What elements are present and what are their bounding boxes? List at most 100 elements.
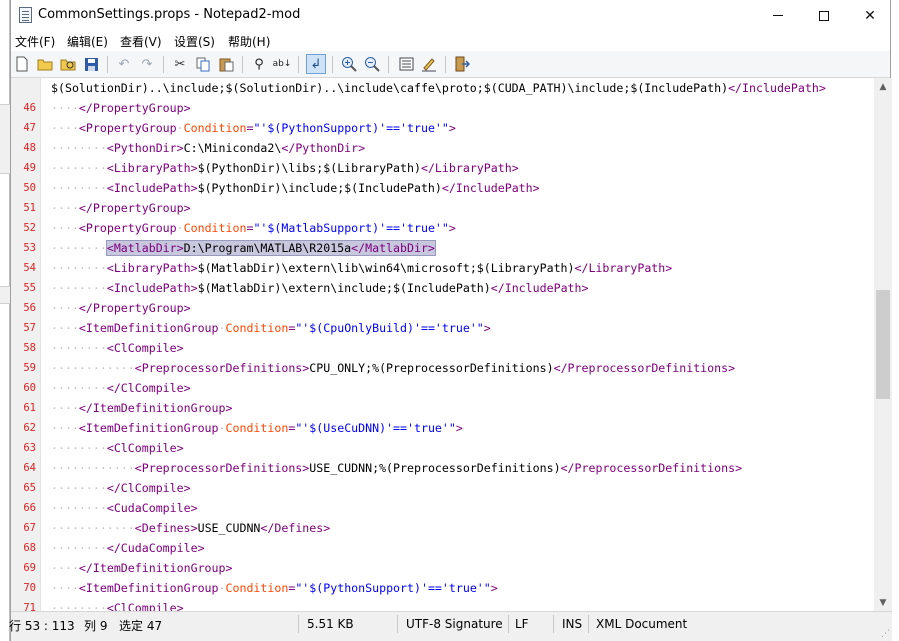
menu-help[interactable]: 帮助(H) xyxy=(228,33,270,50)
browse-button[interactable] xyxy=(58,54,78,74)
indent-whitespace: ········ xyxy=(51,281,107,295)
indent-whitespace: ········ xyxy=(51,481,107,495)
code-line[interactable]: 47 ····<PropertyGroup·Condition="'$(Pytho… xyxy=(11,118,874,138)
status-insert-mode[interactable]: INS xyxy=(562,617,582,631)
code-line[interactable]: 51 ····</PropertyGroup> xyxy=(11,198,874,218)
redo-button[interactable]: ↷ xyxy=(137,54,157,74)
code-line[interactable]: 69 ····</ItemDefinitionGroup> xyxy=(11,558,874,578)
line-content: ····<ItemDefinitionGroup·Condition="'$(P… xyxy=(51,578,498,598)
syntax-token: "'$(UseCuDNN)'=='true'" xyxy=(295,421,456,435)
open-button[interactable] xyxy=(35,54,55,74)
status-bar: 行 53 : 113 列 9 选定 47 5.51 KB UTF-8 Signa… xyxy=(9,611,892,641)
scrollbar-thumb[interactable] xyxy=(876,290,890,399)
syntax-token: </PreprocessorDefinitions> xyxy=(560,461,743,475)
status-eol[interactable]: LF xyxy=(515,617,529,631)
syntax-token: </ItemDefinitionGroup> xyxy=(78,401,233,415)
find-button[interactable]: ⚲ xyxy=(249,54,269,74)
line-number: 68 xyxy=(23,542,36,554)
line-content: ····<ItemDefinitionGroup·Condition="'$(U… xyxy=(51,418,463,438)
code-line[interactable]: 57 ····<ItemDefinitionGroup·Condition="'$… xyxy=(11,318,874,338)
close-button[interactable]: ✕ xyxy=(847,0,893,31)
scheme-button[interactable] xyxy=(396,54,416,74)
syntax-token: </IncludePath> xyxy=(441,181,540,195)
word-wrap-button[interactable]: ↲ xyxy=(306,54,326,74)
code-line[interactable]: 55 ········<IncludePath>$(MatlabDir)\exte… xyxy=(11,278,874,298)
syntax-token: · xyxy=(176,121,184,135)
exit-icon xyxy=(455,56,470,72)
zoom-out-button[interactable] xyxy=(362,54,382,74)
code-line[interactable]: 59 ············<PreprocessorDefinitions>C… xyxy=(11,358,874,378)
undo-button[interactable]: ↶ xyxy=(114,54,134,74)
line-number: 61 xyxy=(23,402,36,414)
resize-grip[interactable]: ⋰ xyxy=(881,629,890,639)
exit-button[interactable] xyxy=(452,54,472,74)
status-doc-type[interactable]: XML Document xyxy=(596,617,687,631)
code-line[interactable]: 61 ····</ItemDefinitionGroup> xyxy=(11,398,874,418)
menu-file[interactable]: 文件(F) xyxy=(15,33,55,50)
scroll-down-button[interactable]: ▼ xyxy=(874,594,892,611)
indent-whitespace: ···· xyxy=(51,221,79,235)
replace-button[interactable]: ab↓ xyxy=(272,54,292,74)
menu-settings[interactable]: 设置(S) xyxy=(174,33,215,50)
menu-view[interactable]: 查看(V) xyxy=(120,33,162,50)
line-number: 46 xyxy=(23,102,36,114)
code-line[interactable]: 60 ········</ClCompile> xyxy=(11,378,874,398)
minimize-button[interactable] xyxy=(755,0,801,31)
code-line[interactable]: 70 ····<ItemDefinitionGroup·Condition="'$… xyxy=(11,578,874,598)
vertical-scrollbar[interactable]: ▲ ▼ xyxy=(874,78,892,611)
line-content: ········<PythonDir>C:\Miniconda2\</Pytho… xyxy=(51,138,365,158)
app-icon[interactable] xyxy=(19,7,32,23)
save-icon xyxy=(84,57,98,71)
code-line[interactable]: 62 ····<ItemDefinitionGroup·Condition="'$… xyxy=(11,418,874,438)
chevron-down-icon: ▼ xyxy=(879,597,887,608)
code-line[interactable]: 46 ····</PropertyGroup> xyxy=(11,98,874,118)
code-line[interactable]: 56 ····</PropertyGroup> xyxy=(11,298,874,318)
cut-button[interactable]: ✂ xyxy=(170,54,190,74)
copy-button[interactable] xyxy=(193,54,213,74)
paste-button[interactable] xyxy=(216,54,236,74)
new-file-button[interactable] xyxy=(12,54,32,74)
syntax-token: Condition xyxy=(225,421,289,435)
line-number: 48 xyxy=(23,142,36,154)
code-line[interactable]: $(SolutionDir)..\include;$(SolutionDir).… xyxy=(11,78,874,98)
syntax-token: $(SolutionDir)..\include;$(SolutionDir).… xyxy=(51,81,729,95)
status-encoding[interactable]: UTF-8 Signature xyxy=(406,617,503,631)
code-line[interactable]: 68 ········</CudaCompile> xyxy=(11,538,874,558)
syntax-token: > xyxy=(448,121,456,135)
menu-edit[interactable]: 编辑(E) xyxy=(67,33,108,50)
code-line[interactable]: 63 ········<ClCompile> xyxy=(11,438,874,458)
syntax-token: · xyxy=(218,421,226,435)
code-editor[interactable]: $(SolutionDir)..\include;$(SolutionDir).… xyxy=(11,78,874,611)
syntax-token: <Defines> xyxy=(134,521,198,535)
scroll-up-button[interactable]: ▲ xyxy=(874,78,892,95)
line-content: ········<MatlabDir>D:\Program\MATLAB\R20… xyxy=(51,238,436,258)
title-bar[interactable]: CommonSettings.props - Notepad2-mod ✕ xyxy=(11,0,890,31)
open-folder-icon xyxy=(37,59,53,71)
code-line[interactable]: 58 ········<ClCompile> xyxy=(11,338,874,358)
syntax-token: $(MatlabDir)\extern\include;$(IncludePat… xyxy=(197,281,491,295)
code-line[interactable]: 50 ········<IncludePath>$(PythonDir)\incl… xyxy=(11,178,874,198)
code-line[interactable]: 49 ········<LibraryPath>$(PythonDir)\libs… xyxy=(11,158,874,178)
indent-whitespace: ···· xyxy=(51,301,79,315)
zoom-in-button[interactable] xyxy=(339,54,359,74)
customize-button[interactable] xyxy=(419,54,439,74)
line-number: 69 xyxy=(23,562,36,574)
code-line[interactable]: 52 ····<PropertyGroup·Condition="'$(Matla… xyxy=(11,218,874,238)
save-button[interactable] xyxy=(81,54,101,74)
code-line[interactable]: 64 ············<PreprocessorDefinitions>U… xyxy=(11,458,874,478)
code-line[interactable]: 67 ············<Defines>USE_CUDNN</Define… xyxy=(11,518,874,538)
code-line[interactable]: 66 ········<CudaCompile> xyxy=(11,498,874,518)
code-line[interactable]: 71 ········<ClCompile> xyxy=(11,598,874,611)
syntax-token: $(PythonDir)\libs;$(LibraryPath) xyxy=(197,161,421,175)
minimize-icon xyxy=(773,15,783,16)
line-number: 52 xyxy=(23,222,36,234)
code-line[interactable]: 48 ········<PythonDir>C:\Miniconda2\</Pyt… xyxy=(11,138,874,158)
code-line[interactable]: 54 ········<LibraryPath>$(MatlabDir)\exte… xyxy=(11,258,874,278)
maximize-button[interactable] xyxy=(801,0,847,31)
background-window-panel xyxy=(0,104,10,174)
line-content: ····</ItemDefinitionGroup> xyxy=(51,398,232,418)
code-line[interactable]: 65 ········</ClCompile> xyxy=(11,478,874,498)
syntax-token: </MatlabDir> xyxy=(351,241,435,255)
code-line[interactable]: 53 ········<MatlabDir>D:\Program\MATLAB\R… xyxy=(11,238,874,258)
toolbar-separator xyxy=(163,56,164,73)
